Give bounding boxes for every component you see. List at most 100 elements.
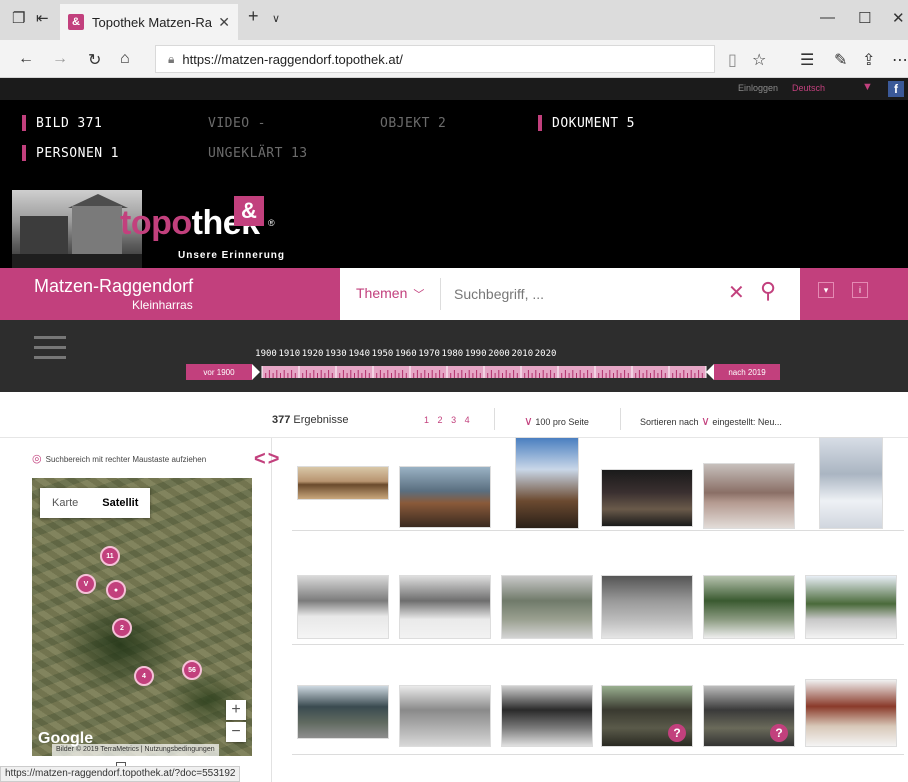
image-thumbnail[interactable] [400, 467, 490, 527]
tab-back-icon[interactable]: ⇤ [36, 9, 49, 27]
per-page-dropdown[interactable]: ∨ 100 pro Seite [524, 414, 589, 428]
options-button[interactable]: ▾ [818, 282, 834, 298]
timeline-year-label: 1960 [395, 349, 417, 359]
timeline-year-label: 1950 [372, 349, 394, 359]
zoom-in-button[interactable]: + [226, 700, 246, 720]
map-cluster-marker[interactable]: 2 [112, 618, 132, 638]
pen-notes-icon[interactable]: ✎ [834, 50, 847, 70]
minimize-icon[interactable]: — [820, 9, 835, 26]
favorites-list-icon[interactable]: ☰ [800, 50, 814, 70]
image-thumbnail[interactable] [704, 576, 794, 638]
count-dokument[interactable]: DOKUMENT 5 [538, 115, 635, 131]
refresh-icon[interactable]: ↻ [88, 50, 101, 70]
facebook-icon[interactable]: f [888, 81, 904, 97]
image-thumbnail[interactable] [602, 470, 692, 526]
satellite-map[interactable]: Karte Satellit 11 V ● 2 4 56 + − Google … [32, 478, 252, 756]
themen-dropdown[interactable]: Themen ﹀ [356, 285, 424, 302]
chevron-down-icon: ∨ [701, 414, 710, 428]
browser-tab[interactable]: & Topothek Matzen-Ragg ✕ [60, 4, 238, 40]
zoom-out-button[interactable]: − [226, 722, 246, 742]
image-thumbnail[interactable]: ? [704, 686, 794, 746]
timeline-year-label: 2020 [535, 349, 557, 359]
close-tab-icon[interactable]: ✕ [218, 14, 230, 31]
map-cluster-marker[interactable]: 11 [100, 546, 120, 566]
image-thumbnail[interactable] [806, 680, 896, 746]
address-bar: ← → ↻ ⌂ 🔒︎ https://matzen-raggendorf.top… [0, 40, 908, 78]
image-thumbnail[interactable] [400, 576, 490, 638]
sort-dropdown[interactable]: Sortieren nach ∨ eingestellt: Neu... [640, 414, 782, 428]
map-cluster-marker[interactable]: 4 [134, 666, 154, 686]
status-bar-url: https://matzen-raggendorf.topothek.at/?d… [0, 766, 241, 782]
map-pin-marker[interactable]: V [76, 574, 96, 594]
back-arrow-icon[interactable]: ← [18, 50, 34, 68]
map-pin-marker[interactable]: ● [106, 580, 126, 600]
image-thumbnail[interactable] [298, 467, 388, 499]
slogan: Unsere Erinnerung [178, 250, 286, 261]
share-icon[interactable]: ⇪ [862, 50, 875, 70]
sub-place-name: Kleinharras [132, 298, 193, 312]
url-field[interactable]: 🔒︎ https://matzen-raggendorf.topothek.at… [155, 45, 715, 73]
svg-text:vor 1900: vor 1900 [203, 368, 235, 377]
more-dots-icon[interactable]: ⋯ [892, 50, 908, 70]
timeline-after-button[interactable]: nach 2019 [706, 364, 780, 380]
browser-window: ❐ ⇤ & Topothek Matzen-Ragg ✕ + ∨ — ☐ ✕ ←… [0, 0, 908, 782]
svg-text:nach 2019: nach 2019 [728, 368, 766, 377]
count-objekt[interactable]: OBJEKT 2 [380, 116, 446, 131]
count-ungeklaert[interactable]: UNGEKLÄRT 13 [208, 146, 308, 161]
search-icon[interactable]: ⚲ [760, 278, 776, 304]
timeline-year-label: 2000 [488, 349, 510, 359]
page-4[interactable]: 4 [465, 415, 473, 425]
new-tab-icon[interactable]: + [248, 6, 259, 27]
map-type-satellit[interactable]: Satellit [90, 488, 150, 518]
info-button[interactable]: i [852, 282, 868, 298]
dropdown-triangle-icon[interactable]: ▼ [862, 81, 873, 93]
reading-view-icon[interactable]: ▯ [728, 50, 737, 70]
tab-list-chevron-icon[interactable]: ∨ [272, 12, 280, 25]
image-thumbnail[interactable] [502, 576, 592, 638]
page-3[interactable]: 3 [451, 415, 459, 425]
map-type-karte[interactable]: Karte [40, 488, 90, 518]
registered-mark: ® [268, 218, 275, 228]
image-thumbnail[interactable] [806, 576, 896, 638]
language-link[interactable]: Deutsch [792, 83, 825, 93]
tab-bar: ❐ ⇤ & Topothek Matzen-Ragg ✕ + ∨ — ☐ ✕ [0, 0, 908, 40]
image-thumbnail[interactable] [400, 686, 490, 746]
close-window-icon[interactable]: ✕ [892, 9, 905, 27]
image-thumbnail[interactable] [502, 686, 592, 746]
count-personen[interactable]: PERSONEN 1 [22, 145, 119, 161]
search-input[interactable] [454, 283, 714, 305]
page-2[interactable]: 2 [438, 415, 446, 425]
map-attribution[interactable]: Bilder © 2019 TerraMetrics | Nutzungsbed… [52, 744, 219, 756]
home-icon[interactable]: ⌂ [120, 50, 130, 68]
map-cluster-marker[interactable]: 56 [182, 660, 202, 680]
timeline-slider[interactable]: 1900 1910 1920 1930 1940 1950 1960 1970 1980 1990… [0, 320, 908, 392]
login-link[interactable]: Einloggen [738, 83, 778, 93]
image-thumbnail[interactable] [602, 576, 692, 638]
timeline-year-label: 1900 [255, 349, 277, 359]
pagination[interactable]: 1 2 3 4 [424, 415, 473, 425]
panel-toggle-arrows[interactable]: <> [254, 448, 281, 471]
result-count: 377 Ergebnisse [272, 414, 349, 426]
image-grid: ?? [292, 438, 908, 782]
image-thumbnail[interactable] [820, 438, 882, 528]
favorite-star-icon[interactable]: ☆ [752, 50, 766, 70]
count-bild[interactable]: BILD 371 [21, 115, 102, 131]
clear-icon[interactable]: ✕ [728, 280, 745, 305]
image-thumbnail[interactable] [516, 438, 578, 528]
collapse-left-icon: < [254, 448, 268, 470]
page-1[interactable]: 1 [424, 415, 432, 425]
results-toolbar: 377 Ergebnisse 1 2 3 4 ∨ 100 pro Seite S… [0, 392, 908, 438]
lock-icon: 🔒︎ [168, 51, 175, 66]
count-video[interactable]: VIDEO - [208, 116, 266, 131]
media-counts: BILD 371 VIDEO - OBJEKT 2 DOKUMENT 5 PERSONE… [0, 100, 908, 182]
maximize-icon[interactable]: ☐ [858, 9, 871, 27]
forward-arrow-icon[interactable]: → [52, 50, 68, 68]
timeline-before-button[interactable]: vor 1900 [186, 364, 260, 380]
location-search-bar: Matzen-Raggendorf Kleinharras Themen﹀ ✕ … [0, 268, 908, 320]
image-thumbnail[interactable] [704, 464, 794, 528]
tab-manager-icon[interactable]: ❐ [12, 9, 25, 27]
image-thumbnail[interactable] [298, 686, 388, 738]
image-thumbnail[interactable]: ? [602, 686, 692, 746]
image-thumbnail[interactable] [298, 576, 388, 638]
row-divider [292, 644, 904, 645]
